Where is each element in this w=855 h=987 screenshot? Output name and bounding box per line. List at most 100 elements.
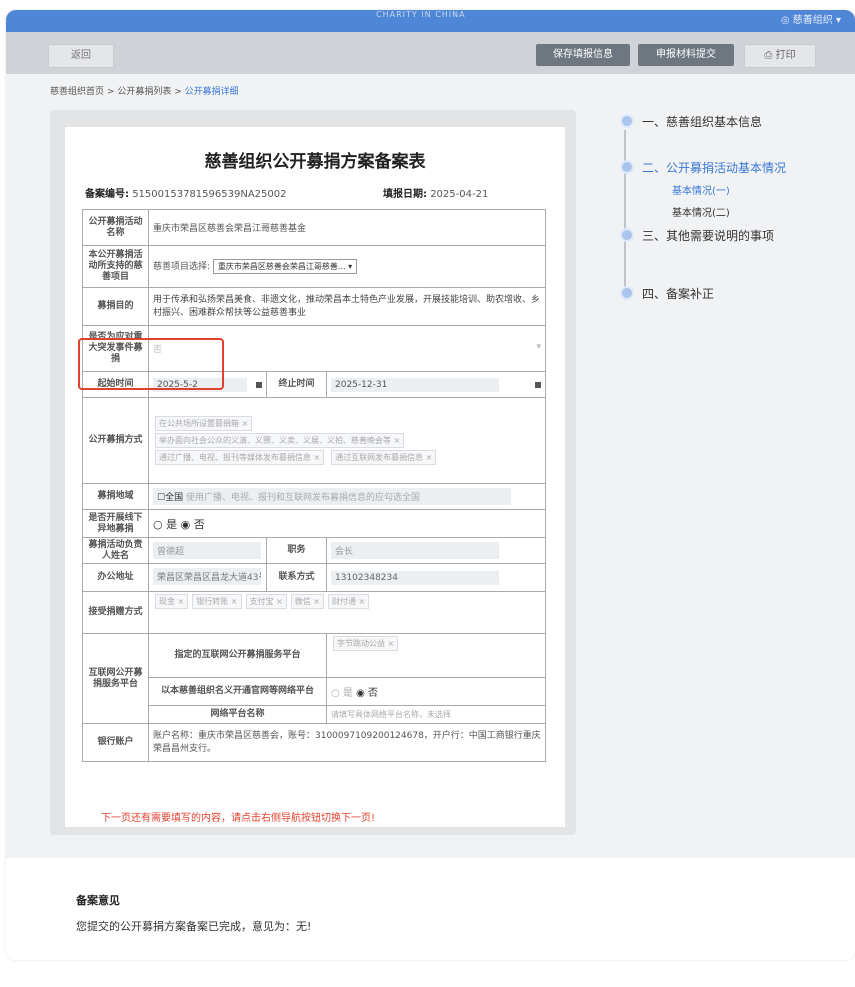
record-form: 公开募捐活动名称 重庆市荣昌区慈善会荣昌江哥慈善基金 本公开募捐活动所支持的慈善… <box>82 209 547 762</box>
leader-cell: 曾德超 <box>148 537 267 564</box>
internet-platform-label: 互联网公开募捐服务平台 <box>82 633 149 724</box>
region-checkbox[interactable]: ☐全国 <box>157 493 183 503</box>
own-site-label: 以本慈善组织名义开通官网等网络平台 <box>148 677 327 706</box>
table-row: 网络平台名称 请填写具体网络平台名称，未选择 <box>83 705 547 724</box>
address-value[interactable]: 荣昌区荣昌区昌龙大道43号农业大 <box>153 567 261 585</box>
app-frame: CHARITY IN CHINA ◎ 慈善组织 ▾ 返回 保存填报信息 申报材料… <box>6 10 855 960</box>
platform-tag[interactable]: 字节跳动公益 × <box>333 636 399 651</box>
step-navigation: 一、慈善组织基本信息 二、公开募捐活动基本情况 基本情况(一) 基本情况(二) … <box>606 110 846 330</box>
nav-sub-basic-2[interactable]: 基本情况(二) <box>672 204 730 219</box>
purpose-label: 募捐目的 <box>82 287 149 326</box>
platform-tag-label: 字节跳动公益 <box>337 639 385 648</box>
address-label: 办公地址 <box>82 563 149 592</box>
method-tag[interactable]: 通过广播、电视、报刊等媒体发布募捐信息 × <box>155 450 325 465</box>
opinion-text: 您提交的公开募捐方案备案已完成，意见为：无! <box>76 920 312 933</box>
receive-tag[interactable]: 微信 × <box>290 594 324 609</box>
method-tags[interactable]: 在公共场所设置募捐箱 × 举办面向社会公众的义演、义赛、义卖、义展、义拍、慈善晚… <box>147 397 547 484</box>
position-label: 职务 <box>266 537 327 564</box>
platform-name-input[interactable]: 请填写具体网络平台名称，未选择 <box>325 705 547 724</box>
calendar-icon[interactable] <box>535 381 542 388</box>
method-tag[interactable]: 通过互联网发布募捐信息 × <box>331 450 437 465</box>
offline-yes-radio[interactable]: ○ 是 <box>153 518 177 531</box>
breadcrumb-sep: > <box>106 87 115 97</box>
user-menu[interactable]: ◎ 慈善组织 ▾ <box>781 11 841 26</box>
end-time-label: 终止时间 <box>266 371 327 398</box>
save-button[interactable]: 保存填报信息 <box>536 44 630 66</box>
opinion-title: 备案意见 <box>76 894 120 907</box>
breadcrumb-home[interactable]: 慈善组织首页 <box>50 87 104 97</box>
leader-label: 募捐活动负责人姓名 <box>82 537 149 564</box>
contact-cell: 13102348234 <box>325 563 547 592</box>
table-row: 接受捐赠方式 现金 × 银行转账 × 支付宝 × 微信 × 财付通 × <box>82 591 547 634</box>
user-icon: ◎ <box>780 15 790 26</box>
end-time-field[interactable]: 2025-12-31 <box>325 371 547 398</box>
receive-tags[interactable]: 现金 × 银行转账 × 支付宝 × 微信 × 财付通 × <box>147 591 547 634</box>
nav-item-other[interactable]: 三、其他需要说明的事项 <box>642 227 774 244</box>
offline-yes-label: 是 <box>166 517 178 531</box>
position-value[interactable]: 会长 <box>331 542 499 559</box>
next-page-notice: 下一页还有需要填写的内容，请点击右侧导航按钮切换下一页! <box>101 813 376 824</box>
table-row: 公开募捐活动名称 重庆市荣昌区慈善会荣昌江哥慈善基金 <box>82 209 547 246</box>
nav-item-basic-info[interactable]: 一、慈善组织基本信息 <box>642 113 762 130</box>
table-row: 募捐地域 ☐全国 使用广播、电视、报刊和互联网发布募捐信息的应勾选全国 <box>82 483 547 510</box>
table-row: 互联网公开募捐服务平台 指定的互联网公开募捐服务平台 字节跳动公益 × <box>82 633 547 724</box>
offline-no-radio[interactable]: ◉ 否 <box>181 518 205 531</box>
receive-tag-label: 支付宝 <box>249 597 274 606</box>
bank-value: 账户名称：重庆市荣昌区慈善会，账号：3100097109200124678，开户… <box>147 723 547 762</box>
region-field[interactable]: ☐全国 使用广播、电视、报刊和互联网发布募捐信息的应勾选全国 <box>153 488 511 505</box>
address-cell: 荣昌区荣昌区昌龙大道43号农业大 <box>148 563 267 592</box>
project-select[interactable]: 重庆市荣昌区慈善会荣昌江哥慈善... ▾ <box>212 259 358 274</box>
project-select-label: 慈善项目选择: <box>153 262 211 272</box>
leader-name-value[interactable]: 曾德超 <box>153 542 261 559</box>
method-label: 公开募捐方式 <box>82 397 149 484</box>
record-number-label: 备案编号: <box>85 189 129 200</box>
method-tag[interactable]: 举办面向社会公众的义演、义赛、义卖、义展、义拍、慈善晚会等 × <box>155 433 405 448</box>
top-bar: CHARITY IN CHINA ◎ 慈善组织 ▾ <box>6 10 855 32</box>
calendar-icon[interactable] <box>256 381 262 388</box>
submit-button[interactable]: 申报材料提交 <box>638 44 734 66</box>
back-button[interactable]: 返回 <box>48 44 114 68</box>
nav-dot <box>620 286 634 300</box>
nav-sub-basic-1[interactable]: 基本情况(一) <box>672 182 730 197</box>
method-tag[interactable]: 在公共场所设置募捐箱 × <box>155 416 253 431</box>
fill-date-label: 填报日期: <box>383 189 427 200</box>
receive-tag[interactable]: 现金 × <box>155 594 189 609</box>
method-tag-label: 通过广播、电视、报刊等媒体发布募捐信息 <box>159 453 311 462</box>
platform-label: 指定的互联网公开募捐服务平台 <box>148 633 327 678</box>
breadcrumb-current: 公开募捐详细 <box>184 87 239 97</box>
nav-item-supplement[interactable]: 四、备案补正 <box>642 285 714 302</box>
activity-name-value: 重庆市荣昌区慈善会荣昌江哥慈善基金 <box>147 209 547 246</box>
table-row: 办公地址 荣昌区荣昌区昌龙大道43号农业大 联系方式 13102348234 <box>82 563 547 592</box>
receive-tag-label: 微信 <box>294 597 311 606</box>
bank-label: 银行账户 <box>82 723 149 762</box>
fill-date-value: 2025-04-21 <box>430 189 489 200</box>
region-label: 募捐地域 <box>82 483 149 510</box>
table-row: 公开募捐方式 在公共场所设置募捐箱 × 举办面向社会公众的义演、义赛、义卖、义展… <box>82 397 547 484</box>
platform-tags[interactable]: 字节跳动公益 × <box>325 633 547 678</box>
region-cell: ☐全国 使用广播、电视、报刊和互联网发布募捐信息的应勾选全国 <box>147 483 547 510</box>
method-tag-label: 在公共场所设置募捐箱 <box>159 419 239 428</box>
print-button[interactable]: ⎙ 打印 <box>744 44 816 68</box>
chevron-down-icon: ▾ <box>536 342 542 352</box>
own-site-no-radio[interactable]: ◉ 否 <box>356 688 378 699</box>
table-row: 本公开募捐活动所支持的慈善项目 慈善项目选择: 重庆市荣昌区慈善会荣昌江哥慈善.… <box>82 245 547 288</box>
nav-dot <box>620 114 634 128</box>
record-number-value: 51500153781596539NA25002 <box>132 189 287 200</box>
receive-tag[interactable]: 财付通 × <box>328 594 370 609</box>
breadcrumb-list[interactable]: 公开募捐列表 <box>117 87 171 97</box>
method-tag-label: 举办面向社会公众的义演、义赛、义卖、义展、义拍、慈善晚会等 <box>159 436 391 445</box>
table-row: 是否开展线下异地募捐 ○ 是 ◉ 否 <box>82 509 547 538</box>
print-label: 打印 <box>775 50 796 61</box>
table-row: 银行账户 账户名称：重庆市荣昌区慈善会，账号：31000971092001246… <box>82 723 547 762</box>
nav-item-activity[interactable]: 二、公开募捐活动基本情况 <box>642 159 786 176</box>
receive-tag-label: 银行转账 <box>196 597 229 606</box>
offline-label: 是否开展线下异地募捐 <box>82 509 149 538</box>
contact-value[interactable]: 13102348234 <box>331 570 499 585</box>
receive-label: 接受捐赠方式 <box>82 591 149 634</box>
method-tag-label: 通过互联网发布募捐信息 <box>335 453 424 462</box>
receive-tag[interactable]: 银行转账 × <box>192 594 242 609</box>
own-site-yes-radio[interactable]: ○ 是 <box>331 688 353 699</box>
highlight-box <box>78 338 224 390</box>
receive-tag[interactable]: 支付宝 × <box>245 594 287 609</box>
offline-no-label: 否 <box>193 517 205 531</box>
